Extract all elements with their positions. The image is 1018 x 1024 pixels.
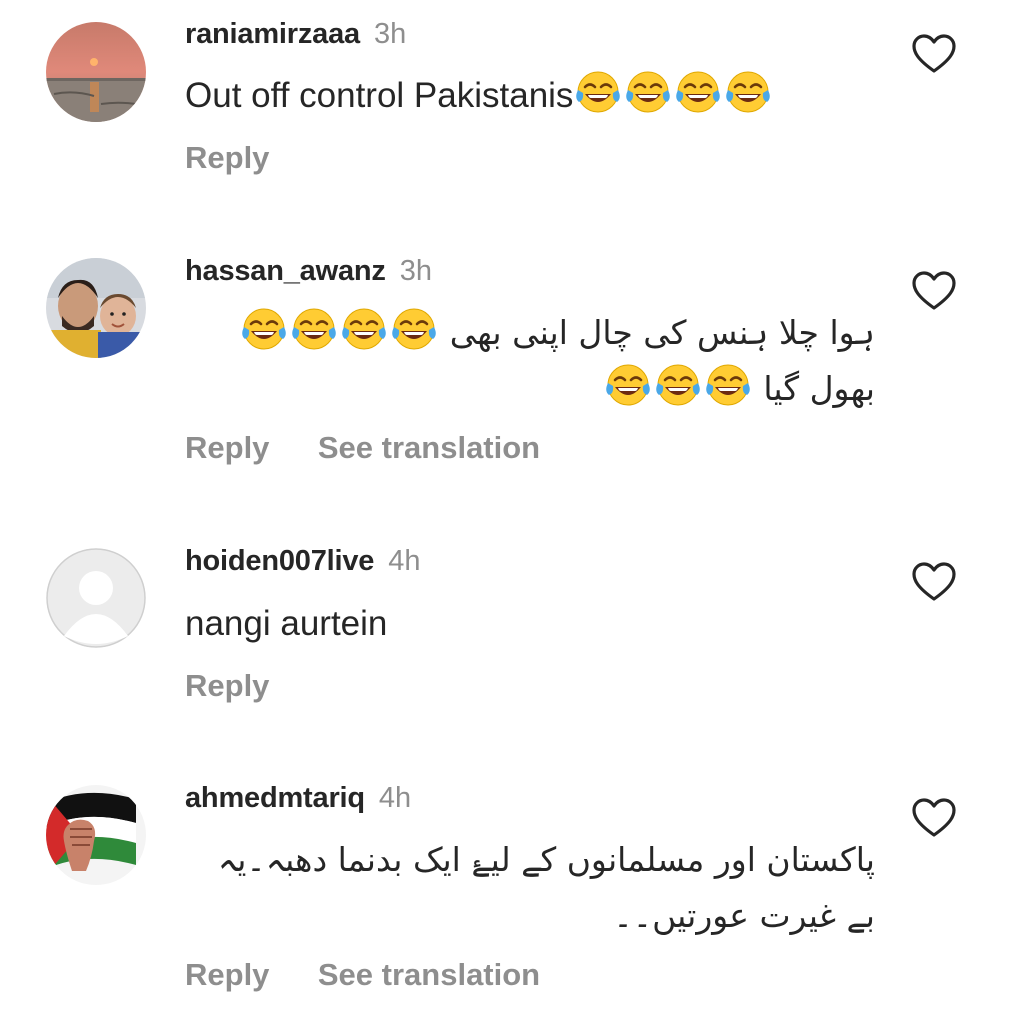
- comment-text-body: بھول گیا: [763, 369, 875, 408]
- joy-emoji-icon: [624, 68, 672, 116]
- comment-text: ہوا چلا ہنس کی چال اپنی بھی بھول گیا: [185, 305, 875, 417]
- comment-text: پاکستان اور مسلمانوں کے لیۓ ایک بدنما دھ…: [185, 832, 875, 944]
- comment-text-line: پاکستان اور مسلمانوں کے لیۓ ایک بدنما دھ…: [217, 840, 875, 879]
- comment-header: hoiden007live 4h: [185, 545, 420, 578]
- joy-emoji-icon: [724, 68, 772, 116]
- joy-emoji-icon: [340, 305, 388, 353]
- joy-emoji-icon: [654, 361, 702, 409]
- reply-button[interactable]: Reply: [185, 668, 269, 704]
- see-translation-button[interactable]: See translation: [318, 430, 540, 466]
- comment-text-line: بے غیرت عورتیں۔۔: [613, 896, 875, 935]
- joy-emoji-icon: [674, 68, 722, 116]
- heart-outline-icon[interactable]: [911, 270, 957, 312]
- timestamp: 4h: [378, 782, 412, 814]
- comment-text-line: ہوا چلا ہنس کی چال اپنی بھی: [185, 305, 875, 361]
- comment-text-body: Out off control Pakistanis: [185, 76, 574, 115]
- joy-emoji-icon: [574, 68, 622, 116]
- comment-header: hassan_awanz 3h: [185, 255, 432, 288]
- reply-button[interactable]: Reply: [185, 957, 269, 993]
- joy-emoji-icon: [290, 305, 338, 353]
- man-with-child-avatar[interactable]: [46, 258, 146, 358]
- see-translation-button[interactable]: See translation: [318, 957, 540, 993]
- reply-button[interactable]: Reply: [185, 430, 269, 466]
- comment-actions: Reply: [185, 140, 313, 176]
- comment-text: nangi aurtein: [185, 596, 875, 652]
- reply-button[interactable]: Reply: [185, 140, 269, 176]
- joy-emoji-icon: [240, 305, 288, 353]
- comment-header: raniamirzaaa 3h: [185, 18, 406, 51]
- default-user-avatar[interactable]: [46, 548, 146, 648]
- heart-outline-icon[interactable]: [911, 561, 957, 603]
- username[interactable]: raniamirzaaa: [185, 18, 360, 50]
- joy-emoji-icon: [704, 361, 752, 409]
- palestine-flag-fist-avatar[interactable]: [46, 785, 146, 885]
- comment-actions: Reply See translation: [185, 430, 584, 466]
- timestamp: 3h: [373, 18, 407, 50]
- joy-emoji-icon: [604, 361, 652, 409]
- joy-emoji-icon: [390, 305, 438, 353]
- heart-outline-icon[interactable]: [911, 797, 957, 839]
- comment-text-body: ہوا چلا ہنس کی چال اپنی بھی: [449, 313, 875, 352]
- comment-actions: Reply See translation: [185, 957, 584, 993]
- comment-actions: Reply: [185, 668, 313, 704]
- username[interactable]: ahmedmtariq: [185, 782, 365, 814]
- username[interactable]: hassan_awanz: [185, 255, 386, 287]
- comment-text-body: nangi aurtein: [185, 604, 388, 643]
- heart-outline-icon[interactable]: [911, 33, 957, 75]
- timestamp: 4h: [388, 545, 421, 577]
- timestamp: 3h: [399, 255, 432, 287]
- comment-header: ahmedmtariq 4h: [185, 782, 411, 815]
- sunset-avatar[interactable]: [46, 22, 146, 122]
- comment-text-line: بھول گیا: [185, 361, 875, 417]
- username[interactable]: hoiden007live: [185, 545, 374, 577]
- comment-text: Out off control Pakistanis: [185, 68, 875, 124]
